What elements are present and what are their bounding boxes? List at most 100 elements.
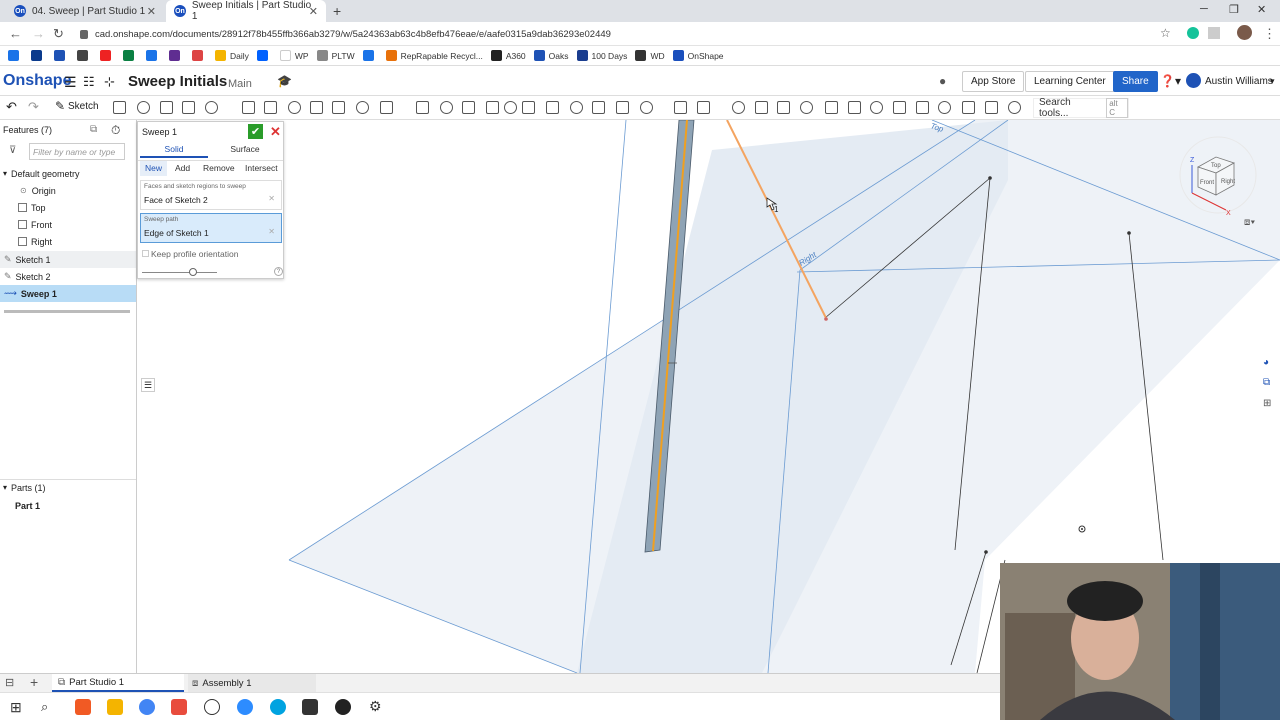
appearance-icon[interactable]: ◕ xyxy=(1263,357,1269,368)
help-icon[interactable]: ❓▾ xyxy=(1160,74,1181,88)
feature-tool-icon[interactable] xyxy=(264,101,277,114)
feature-tool-icon[interactable] xyxy=(916,101,929,114)
restore-icon[interactable]: ❐ xyxy=(1229,3,1239,16)
feature-tool-icon[interactable] xyxy=(938,101,951,114)
bookmark-item[interactable] xyxy=(8,50,23,61)
feature-tool-icon[interactable] xyxy=(113,101,126,114)
branch-label[interactable]: Main xyxy=(228,78,252,90)
bookmark-item[interactable]: Oaks xyxy=(533,50,569,61)
sketch-button[interactable]: Sketch xyxy=(68,101,99,112)
view-cube[interactable]: Top Front Right Z X xyxy=(1178,125,1258,217)
reload-icon[interactable]: ↻ xyxy=(53,26,64,42)
view-cube-graphic[interactable]: Top Front Right Z X xyxy=(1178,125,1258,217)
bookmark-item[interactable] xyxy=(54,50,69,61)
undo-icon[interactable]: ↶ xyxy=(6,99,17,115)
feature-tool-icon[interactable] xyxy=(616,101,629,114)
chrome-icon[interactable] xyxy=(139,699,155,715)
onshape-logo[interactable]: Onshape xyxy=(3,72,71,90)
bookmark-item[interactable] xyxy=(362,50,378,61)
tree-item-front[interactable]: Front xyxy=(0,216,136,233)
back-icon[interactable]: ← xyxy=(9,26,22,41)
feature-tool-icon[interactable] xyxy=(570,101,583,114)
feature-tool-icon[interactable] xyxy=(640,101,653,114)
feature-tool-icon[interactable] xyxy=(486,101,499,114)
feature-tool-icon[interactable] xyxy=(160,101,173,114)
sketch-point[interactable] xyxy=(988,176,992,180)
feature-folder-icon[interactable]: ⧉ xyxy=(90,124,97,135)
settings-gear-icon[interactable]: ⚙ xyxy=(369,698,382,715)
view-options-icon[interactable]: ⧈▾ xyxy=(1244,217,1255,228)
feature-tool-icon[interactable] xyxy=(288,101,301,114)
close-window-icon[interactable]: ✕ xyxy=(1257,3,1266,16)
tree-item-sweep-1[interactable]: ⟿ Sweep 1 xyxy=(0,285,136,302)
tree-item-right[interactable]: Right xyxy=(0,233,136,250)
parts-group[interactable]: ▾ Parts (1) xyxy=(0,479,136,496)
tree-item-top[interactable]: Top xyxy=(0,199,136,216)
bookmark-item[interactable] xyxy=(123,50,138,61)
configurations-icon[interactable]: ⧉ xyxy=(1263,377,1270,388)
new-tab-icon[interactable]: + xyxy=(333,3,341,19)
collapse-chevron-icon[interactable]: ▾ xyxy=(3,483,7,492)
feature-tool-icon[interactable] xyxy=(755,101,768,114)
feature-tool-icon[interactable] xyxy=(825,101,838,114)
app-store-button[interactable]: App Store xyxy=(962,71,1025,92)
feature-tool-icon[interactable] xyxy=(592,101,605,114)
bookmark-item[interactable] xyxy=(31,50,46,61)
feature-tool-icon[interactable] xyxy=(1008,101,1021,114)
feature-tool-icon[interactable] xyxy=(416,101,429,114)
app-icon[interactable] xyxy=(302,699,318,715)
bookmark-item[interactable]: 100 Days xyxy=(576,50,627,61)
feature-tool-icon[interactable] xyxy=(332,101,345,114)
bookmark-item[interactable] xyxy=(100,50,115,61)
bookmark-item[interactable]: RepRapable Recycl... xyxy=(385,50,483,61)
feature-tool-icon[interactable] xyxy=(848,101,861,114)
feature-tool-icon[interactable] xyxy=(356,101,369,114)
learning-cap-icon[interactable]: 🎓 xyxy=(277,74,292,88)
feature-tool-icon[interactable] xyxy=(182,101,195,114)
collapse-chevron-icon[interactable]: ▾ xyxy=(3,169,7,178)
feature-tool-icon[interactable] xyxy=(522,101,535,114)
feature-filter-input[interactable]: Filter by name or type xyxy=(29,143,125,160)
feature-tool-icon[interactable] xyxy=(985,101,998,114)
sketch-point[interactable] xyxy=(1127,231,1131,235)
feature-tool-icon[interactable] xyxy=(310,101,323,114)
comments-icon[interactable]: ● xyxy=(939,74,946,88)
feature-tool-icon[interactable] xyxy=(893,101,906,114)
feature-tool-icon[interactable] xyxy=(462,101,475,114)
bookmark-item[interactable] xyxy=(192,50,207,61)
default-geometry-group[interactable]: ▾ Default geometry xyxy=(0,165,136,182)
rollback-timer-icon[interactable]: ⏱ xyxy=(111,123,120,138)
bookmark-item[interactable] xyxy=(77,50,92,61)
feature-tool-icon[interactable] xyxy=(205,101,218,114)
windows-start-icon[interactable]: ⊞ xyxy=(10,699,22,716)
browser-menu-icon[interactable]: ⋮ xyxy=(1263,26,1276,42)
profile-avatar[interactable] xyxy=(1237,25,1252,40)
redo-icon[interactable]: ↷ xyxy=(28,99,39,115)
extension-icon[interactable] xyxy=(1208,27,1220,39)
bookmark-item[interactable]: PLTW xyxy=(316,50,355,61)
close-tab-icon[interactable]: ✕ xyxy=(309,5,318,18)
bookmark-item[interactable]: WP xyxy=(279,50,309,61)
forward-icon[interactable]: → xyxy=(32,26,45,41)
feature-tool-icon[interactable] xyxy=(137,101,150,114)
feature-tool-icon[interactable] xyxy=(242,101,255,114)
snagit-icon[interactable] xyxy=(171,699,187,715)
sweep-path-endpoint[interactable] xyxy=(824,317,828,321)
grammarly-icon[interactable] xyxy=(1187,27,1199,39)
app-icon[interactable] xyxy=(335,699,351,715)
bookmark-item[interactable]: WD xyxy=(635,50,665,61)
bookmark-item[interactable]: OnShape xyxy=(672,50,724,61)
feature-tool-icon[interactable] xyxy=(697,101,710,114)
user-menu-chevron-icon[interactable]: ▾ xyxy=(1270,76,1275,87)
bookmark-item[interactable] xyxy=(169,50,184,61)
insert-icon[interactable]: ⊹ xyxy=(104,74,115,90)
share-button[interactable]: Share xyxy=(1113,71,1158,92)
feature-tool-icon[interactable] xyxy=(440,101,453,114)
fusion-app-icon[interactable] xyxy=(75,699,91,715)
variables-icon[interactable]: ⊞ xyxy=(1263,398,1271,409)
feature-tool-icon[interactable] xyxy=(800,101,813,114)
bookmark-item[interactable] xyxy=(146,50,161,61)
document-title[interactable]: Sweep Initials xyxy=(128,73,227,90)
bookmark-item[interactable]: Daily xyxy=(215,50,249,61)
sketch-point[interactable] xyxy=(984,550,988,554)
